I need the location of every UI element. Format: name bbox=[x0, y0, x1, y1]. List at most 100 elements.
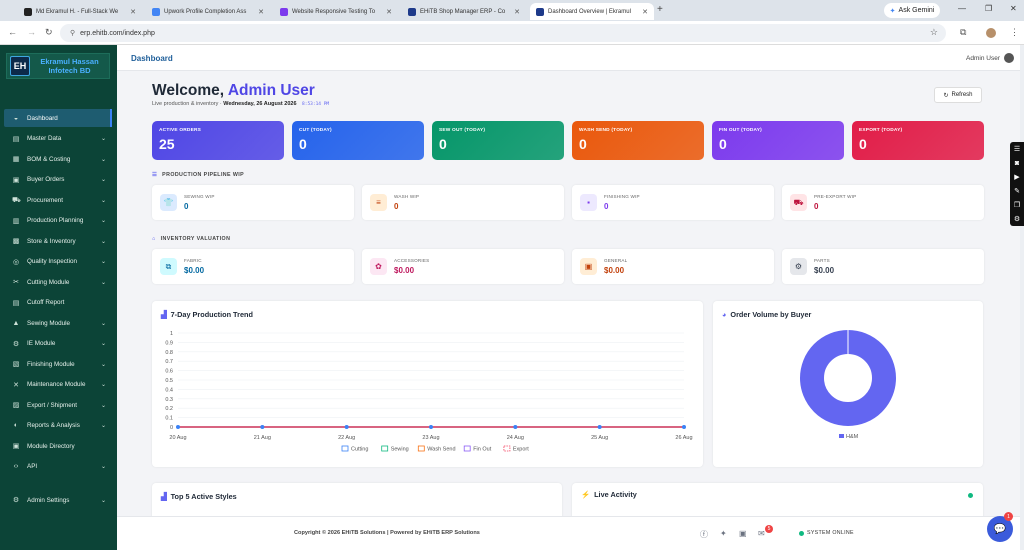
minimize-icon[interactable]: — bbox=[958, 4, 966, 13]
sidebar-item-reports-analysis[interactable]: ◐ Reports & Analysis ⌄ bbox=[4, 417, 112, 435]
page-scrollbar[interactable] bbox=[1020, 45, 1024, 550]
extensions-icon[interactable]: ⧉ bbox=[960, 27, 966, 38]
inventory-card[interactable]: ⧉ FABRIC $0.00 bbox=[152, 249, 354, 284]
browser-menu-icon[interactable]: ⋮ bbox=[1010, 27, 1019, 38]
legend-swatch[interactable] bbox=[417, 445, 425, 452]
browser-tab[interactable]: Website Responsive Testing To ✕ bbox=[274, 3, 398, 20]
sidebar-item-cutting-module[interactable]: ✂ Cutting Module ⌄ bbox=[4, 273, 112, 291]
sidebar-item-bom-costing[interactable]: ▦ BOM & Costing ⌄ bbox=[4, 150, 112, 168]
sidebar-item-quality-inspection[interactable]: ◎ Quality Inspection ⌄ bbox=[4, 253, 112, 271]
chat-badge: 1 bbox=[1004, 512, 1013, 521]
pen-icon[interactable]: ✎ bbox=[1010, 184, 1024, 198]
twitter-icon[interactable]: ✦ bbox=[720, 529, 727, 538]
stat-card[interactable]: FIN OUT (TODAY) 0 bbox=[712, 121, 844, 160]
sidebar-item-procurement[interactable]: ⛟ Procurement ⌄ bbox=[4, 191, 112, 209]
close-tab-icon[interactable]: ✕ bbox=[126, 8, 136, 16]
legend-swatch[interactable] bbox=[503, 445, 511, 452]
close-window-icon[interactable]: ✕ bbox=[1010, 4, 1017, 13]
notification-bell-icon[interactable]: ✉ bbox=[758, 529, 765, 538]
list-icon[interactable]: ☰ bbox=[1010, 142, 1024, 156]
bookmark-star-icon[interactable]: ☆ bbox=[930, 27, 938, 38]
stat-card[interactable]: CUT (TODAY) 0 bbox=[292, 121, 424, 160]
copy-icon[interactable]: ❐ bbox=[1010, 198, 1024, 212]
close-tab-icon[interactable]: ✕ bbox=[254, 8, 264, 16]
legend-swatch[interactable] bbox=[839, 434, 844, 438]
user-menu[interactable]: Admin User bbox=[966, 53, 1014, 63]
top-styles-title-text: Top 5 Active Styles bbox=[170, 492, 237, 501]
data-point[interactable] bbox=[513, 425, 518, 429]
data-point[interactable] bbox=[260, 425, 265, 429]
browser-tab[interactable]: Dashboard Overview | Ekramul ✕ bbox=[530, 3, 654, 20]
back-icon[interactable]: ← bbox=[8, 27, 17, 37]
browser-tab[interactable]: EHiTB Shop Manager ERP - Co ✕ bbox=[402, 3, 526, 20]
inventory-card[interactable]: ⚙ PARTS $0.00 bbox=[782, 249, 984, 284]
new-tab-button[interactable]: + bbox=[657, 4, 663, 15]
data-point[interactable] bbox=[344, 425, 349, 429]
settings-icon[interactable]: ⚙ bbox=[1010, 212, 1024, 226]
sidebar-item-cutoff-report[interactable]: ▤ Cutoff Report bbox=[4, 294, 112, 312]
sidebar-item-sewing-module[interactable]: ▲ Sewing Module ⌄ bbox=[4, 314, 112, 332]
inventory-card[interactable]: ✿ ACCESSORIES $0.00 bbox=[362, 249, 564, 284]
sidebar-item-dashboard[interactable]: ◒ Dashboard bbox=[4, 109, 112, 127]
stat-card[interactable]: ACTIVE ORDERS 25 bbox=[152, 121, 284, 160]
sidebar-item-admin-settings[interactable]: ⚙ Admin Settings ⌄ bbox=[4, 491, 112, 509]
data-point[interactable] bbox=[176, 425, 180, 429]
sidebar-item-module-directory[interactable]: ▣ Module Directory bbox=[4, 437, 112, 455]
camera-icon[interactable]: ◙ bbox=[1010, 156, 1024, 170]
close-tab-icon[interactable]: ✕ bbox=[382, 8, 392, 16]
pipeline-card[interactable]: 👕 SEWING WIP 0 bbox=[152, 185, 354, 220]
legend-label[interactable]: Fin Out bbox=[473, 447, 492, 453]
url-field[interactable]: ⚲ erp.ehitb.com/index.php ☆ bbox=[60, 24, 946, 42]
legend-label[interactable]: Wash Send bbox=[427, 447, 455, 453]
browser-tab[interactable]: Upwork Profile Completion Ass ✕ bbox=[146, 3, 270, 20]
pipeline-card[interactable]: ▪ FINISHING WIP 0 bbox=[572, 185, 774, 220]
data-point[interactable] bbox=[597, 425, 602, 429]
inventory-value: $0.00 bbox=[814, 266, 835, 275]
sidebar-item-ie-module[interactable]: ⚙ IE Module ⌄ bbox=[4, 335, 112, 353]
legend-label[interactable]: Export bbox=[513, 447, 529, 453]
pipeline-card[interactable]: ≡ WASH WIP 0 bbox=[362, 185, 564, 220]
legend-label[interactable]: Sewing bbox=[391, 447, 409, 453]
pipeline-card[interactable]: ⛟ PRE-EXPORT WIP 0 bbox=[782, 185, 984, 220]
facebook-icon[interactable]: ⓕ bbox=[700, 529, 708, 540]
legend-swatch[interactable] bbox=[381, 445, 389, 452]
sidebar-item-store-inventory[interactable]: ▩ Store & Inventory ⌄ bbox=[4, 232, 112, 250]
close-tab-icon[interactable]: ✕ bbox=[510, 8, 520, 16]
stat-card[interactable]: WASH SEND (TODAY) 0 bbox=[572, 121, 704, 160]
forward-icon[interactable]: → bbox=[27, 27, 36, 37]
brand-logo[interactable]: EH Ekramul Hassan Infotech BD bbox=[6, 53, 110, 79]
inventory-card[interactable]: ▣ GENERAL $0.00 bbox=[572, 249, 774, 284]
legend-label[interactable]: H&M bbox=[846, 434, 859, 440]
sidebar-item-buyer-orders[interactable]: ▣ Buyer Orders ⌄ bbox=[4, 171, 112, 189]
stat-card[interactable]: EXPORT (TODAY) 0 bbox=[852, 121, 984, 160]
maximize-icon[interactable]: ❐ bbox=[985, 4, 992, 13]
breadcrumb[interactable]: Dashboard bbox=[131, 54, 173, 63]
refresh-button[interactable]: ↻ Refresh bbox=[934, 87, 982, 103]
legend-swatch[interactable] bbox=[341, 445, 349, 452]
legend-label[interactable]: Cutting bbox=[351, 447, 368, 453]
close-tab-icon[interactable]: ✕ bbox=[638, 8, 648, 16]
sidebar-item-finishing-module[interactable]: ▧ Finishing Module ⌄ bbox=[4, 355, 112, 373]
sidebar-item-api[interactable]: ‹› API ⌄ bbox=[4, 458, 112, 476]
ask-gemini-button[interactable]: ✦ Ask Gemini bbox=[884, 3, 940, 18]
sidebar-item-export-shipment[interactable]: ▨ Export / Shipment ⌄ bbox=[4, 396, 112, 414]
notification-badge: 5 bbox=[765, 525, 773, 533]
sidebar-item-production-planning[interactable]: ▥ Production Planning ⌄ bbox=[4, 212, 112, 230]
data-point[interactable] bbox=[429, 425, 433, 429]
video-icon[interactable]: ▶ bbox=[1010, 170, 1024, 184]
stat-card[interactable]: SEW OUT (TODAY) 0 bbox=[432, 121, 564, 160]
legend-swatch[interactable] bbox=[463, 445, 471, 452]
brand-line-2: Infotech BD bbox=[48, 66, 91, 75]
reload-icon[interactable]: ↻ bbox=[45, 27, 53, 38]
sidebar-item-maintenance-module[interactable]: ✕ Maintenance Module ⌄ bbox=[4, 376, 112, 394]
linkedin-icon[interactable]: ▣ bbox=[739, 529, 747, 538]
data-point[interactable] bbox=[682, 425, 686, 429]
pipeline-label: FINISHING WIP bbox=[604, 194, 640, 199]
site-info-icon[interactable]: ⚲ bbox=[70, 29, 75, 37]
address-bar-row: ← → ↻ ⚲ erp.ehitb.com/index.php ☆ ⧉ ⋮ bbox=[0, 21, 1024, 45]
profile-avatar[interactable] bbox=[986, 28, 996, 38]
pipeline-section-title: ☰ PRODUCTION PIPELINE WIP bbox=[152, 172, 244, 178]
inventory-label: FABRIC bbox=[184, 258, 202, 263]
browser-tab[interactable]: Md Ekramul H. - Full-Stack We ✕ bbox=[18, 3, 142, 20]
sidebar-item-master-data[interactable]: ▤ Master Data ⌄ bbox=[4, 130, 112, 148]
